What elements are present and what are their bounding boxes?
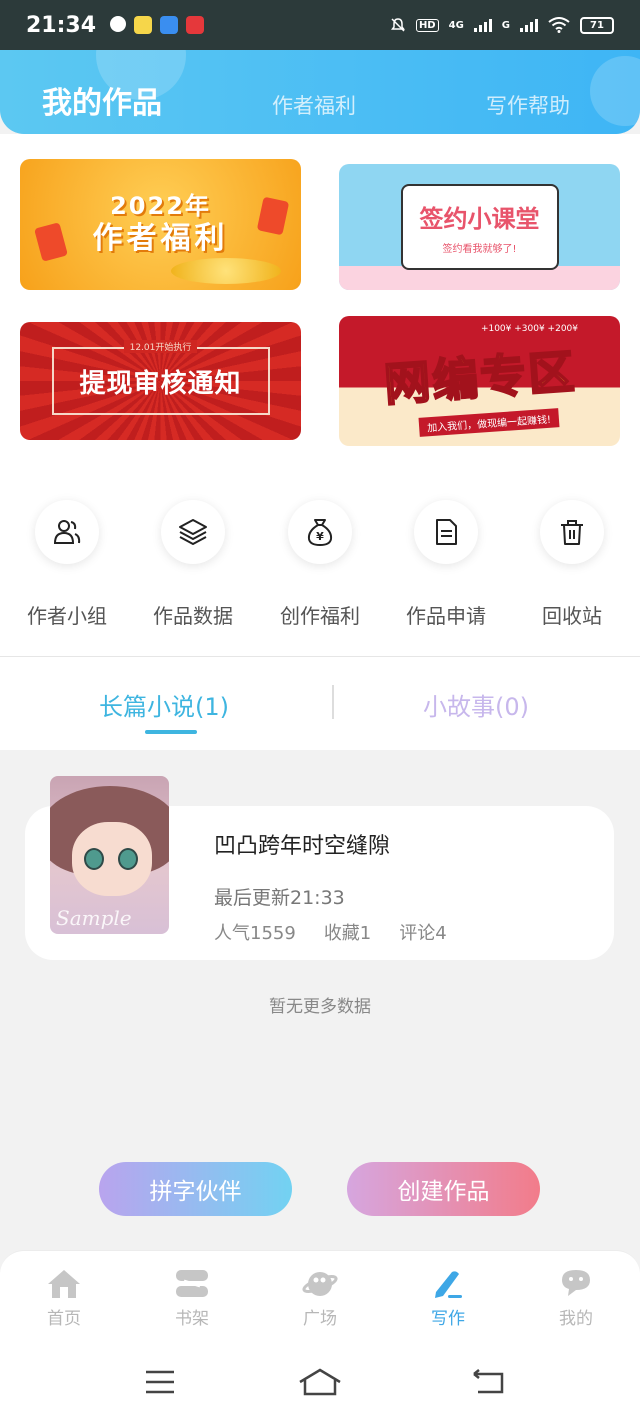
- signal2-icon: [520, 18, 538, 32]
- top-tab-bar: 我的作品 作者福利 写作帮助: [0, 50, 640, 134]
- banner-course-subtitle: 签约看我就够了!: [442, 244, 517, 255]
- trash-icon: [561, 520, 583, 545]
- tab-active-indicator: [145, 730, 197, 734]
- banner-course-title: 签约小课堂: [419, 205, 540, 233]
- money-bag-icon: ¥: [307, 519, 333, 546]
- mute-bell-icon: [390, 18, 405, 32]
- nav-bookshelf[interactable]: 书架: [128, 1251, 256, 1346]
- quick-work-data[interactable]: 作品数据: [130, 500, 256, 629]
- work-comments: 评论4: [399, 923, 447, 944]
- status-time: 21:34: [26, 12, 97, 38]
- main-panel: 2022年 作者福利 签约小课堂 签约看我就够了! 12.01开始执行 提现审核…: [0, 134, 640, 750]
- wechat-icon: [110, 16, 127, 32]
- pen-icon: [435, 1271, 462, 1298]
- tab-short-story[interactable]: 小故事(0): [423, 687, 529, 722]
- network2-label: G: [501, 19, 510, 31]
- nav-label: 广场: [303, 1309, 337, 1329]
- battery-icon: 71: [580, 16, 614, 34]
- nav-square[interactable]: 广场: [256, 1251, 384, 1346]
- home-system-icon[interactable]: [298, 1368, 342, 1398]
- back-icon[interactable]: [470, 1368, 506, 1396]
- quick-label: 回收站: [542, 604, 602, 628]
- bottom-nav: 首页 书架 广场 写作 我的: [0, 1250, 640, 1346]
- quick-creation-welfare[interactable]: ¥ 创作福利: [257, 500, 383, 629]
- system-nav-bar: [0, 1346, 640, 1422]
- alipay-icon: [160, 16, 179, 34]
- banner-withdraw-subtitle: 12.01开始执行: [123, 340, 198, 353]
- banner-editor-subtitle: 加入我们，做现编一起赚钱!: [418, 408, 560, 437]
- nav-mine[interactable]: 我的: [512, 1251, 640, 1346]
- layers-icon: [179, 519, 207, 545]
- tab-author-welfare[interactable]: 作者福利: [272, 90, 356, 120]
- quick-menu: 作者小组 作品数据 ¥ 创作福利 作品申请 回收站: [0, 500, 640, 628]
- nav-home[interactable]: 首页: [0, 1251, 128, 1346]
- work-type-tabs: 长篇小说(1) 小故事(0): [0, 657, 640, 750]
- quick-author-group[interactable]: 作者小组: [4, 500, 130, 629]
- hd-badge: HD: [415, 18, 439, 32]
- cover-watermark: Sample: [56, 906, 132, 930]
- banner-withdraw-title: 提现审核通知: [79, 368, 242, 399]
- signal-icon: [473, 18, 492, 32]
- quick-label: 作品数据: [153, 604, 233, 628]
- status-right: HD 4G G 71: [390, 16, 614, 34]
- work-title[interactable]: 凹凸跨年时空缝隙: [214, 828, 390, 860]
- document-icon: [436, 519, 457, 545]
- banner-signing-course[interactable]: 签约小课堂 签约看我就够了!: [339, 164, 620, 290]
- tab-writing-help[interactable]: 写作帮助: [486, 90, 570, 120]
- home-icon: [48, 1270, 80, 1298]
- quick-work-application[interactable]: 作品申请: [383, 500, 509, 629]
- banner-web-editor[interactable]: +100¥ +300¥ +200¥ 网编专区 加入我们，做现编一起赚钱!: [339, 316, 620, 446]
- bookshelf-icon: [176, 1270, 208, 1297]
- nav-label: 首页: [47, 1309, 81, 1329]
- users-icon: [53, 520, 81, 544]
- banner-welfare-year: 2022年: [110, 192, 211, 221]
- status-bar: 21:34 HD 4G G 71: [0, 0, 640, 50]
- notification-icons: [110, 16, 205, 34]
- work-stats: 人气1559 收藏1 评论4: [214, 919, 447, 945]
- quick-recycle-bin[interactable]: 回收站: [509, 500, 635, 629]
- network-label: 4G: [448, 19, 464, 31]
- nav-label: 书架: [175, 1309, 209, 1329]
- svg-text:¥: ¥: [316, 530, 324, 543]
- quick-label: 作者小组: [27, 604, 107, 628]
- banner-author-welfare[interactable]: 2022年 作者福利: [20, 159, 301, 290]
- nav-label: 我的: [559, 1309, 593, 1329]
- work-favorites: 收藏1: [323, 923, 372, 944]
- nav-label: 写作: [431, 1309, 465, 1329]
- shop-notification-icon: [186, 16, 205, 34]
- banner-editor-bonus: +100¥ +300¥ +200¥: [480, 324, 578, 334]
- no-more-data-text: 暂无更多数据: [269, 997, 371, 1017]
- tab-long-novel[interactable]: 长篇小说(1): [99, 687, 229, 722]
- chat-face-icon: [562, 1270, 590, 1296]
- menu-icon[interactable]: [144, 1368, 176, 1396]
- banner-withdraw-notice[interactable]: 12.01开始执行 提现审核通知: [20, 322, 301, 440]
- nav-write[interactable]: 写作: [384, 1251, 512, 1346]
- create-work-button[interactable]: 创建作品: [347, 1162, 540, 1216]
- tab-my-works[interactable]: 我的作品: [42, 78, 162, 122]
- banner-editor-title: 网编专区: [381, 343, 578, 412]
- writing-partner-button[interactable]: 拼字伙伴: [99, 1162, 292, 1216]
- app-notification-icon: [134, 16, 153, 34]
- work-last-updated: 最后更新21:33: [214, 887, 345, 909]
- quick-label: 创作福利: [280, 604, 360, 628]
- work-cover-image[interactable]: Sample: [50, 776, 169, 934]
- work-popularity: 人气1559: [214, 923, 296, 944]
- tab-separator: [332, 685, 334, 719]
- quick-label: 作品申请: [406, 604, 486, 628]
- banner-welfare-title: 作者福利: [92, 220, 229, 256]
- planet-icon: [302, 1272, 338, 1296]
- wifi-icon: [548, 17, 570, 33]
